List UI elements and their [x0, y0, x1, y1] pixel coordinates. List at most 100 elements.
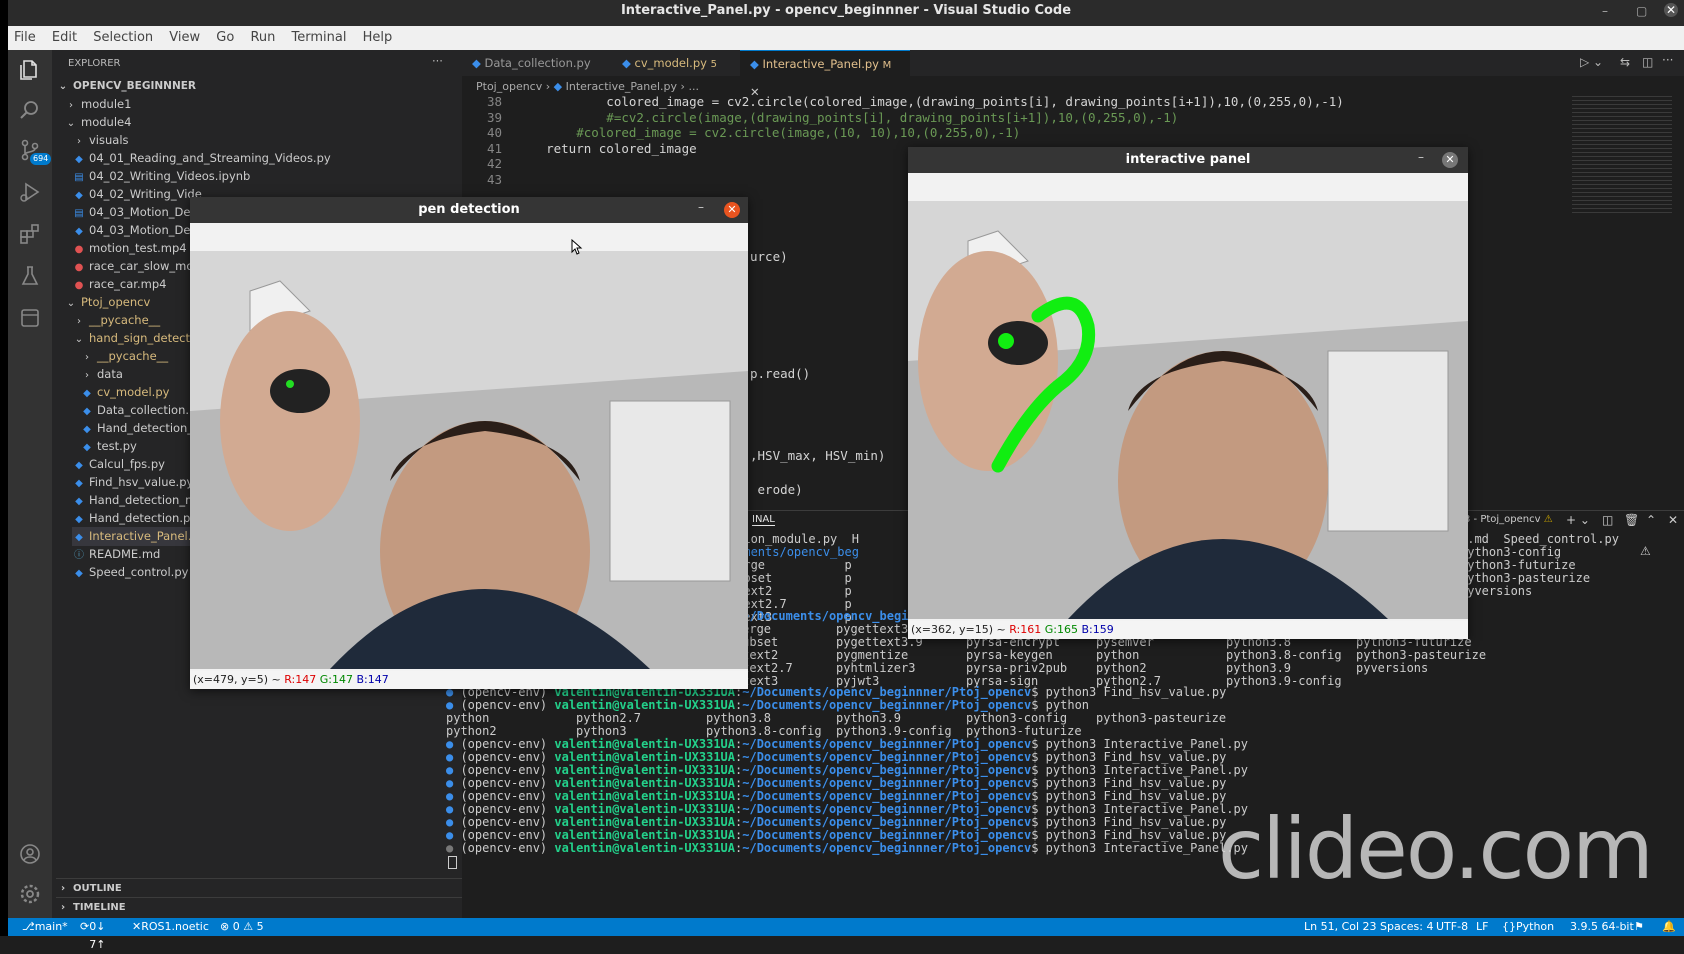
- command-decoration-icon[interactable]: ●: [446, 828, 460, 842]
- testing-icon[interactable]: [18, 264, 42, 288]
- close-icon[interactable]: ✕: [1664, 3, 1678, 17]
- maximize-panel-icon[interactable]: ⌃: [1646, 513, 1656, 527]
- pen-detection-pixel-readout: (x=479, y=5) ~ R:147 G:147 B:147: [190, 671, 748, 689]
- sync-status[interactable]: ⟳ 0↓ 7↑: [80, 918, 105, 951]
- accounts-icon[interactable]: [18, 842, 42, 866]
- file-item[interactable]: ◆ 04_01_Reading_and_Streaming_Videos.py: [72, 149, 462, 168]
- cursor-position[interactable]: Ln 51, Col 23: [1304, 918, 1377, 936]
- command-decoration-icon[interactable]: ●: [446, 815, 460, 829]
- more-actions-icon[interactable]: ···: [1662, 53, 1673, 67]
- compare-icon[interactable]: ⇆: [1620, 55, 1630, 69]
- menu-bar: File Edit Selection View Go Run Terminal…: [8, 26, 1684, 50]
- watermark-logo: clideo.com: [1218, 800, 1654, 898]
- folder-item[interactable]: ⌄ module4: [64, 113, 462, 132]
- remote-indicator[interactable]: ✕ ROS1.noetic: [132, 918, 209, 936]
- terminal-command: $ python3 Interactive_Panel.py: [1031, 802, 1248, 816]
- remote-explorer-icon[interactable]: [18, 306, 42, 330]
- split-editor-icon[interactable]: ◫: [1642, 55, 1653, 69]
- close-icon[interactable]: ✕: [1442, 152, 1458, 168]
- search-icon[interactable]: [18, 98, 42, 122]
- breadcrumb-file[interactable]: Interactive_Panel.py: [566, 80, 677, 93]
- menu-go[interactable]: Go: [216, 30, 234, 45]
- tree-item-label: race_car_slow_moti: [89, 259, 202, 273]
- terminal-tab-label[interactable]: INAL: [752, 514, 775, 526]
- close-icon[interactable]: ✕: [724, 202, 740, 218]
- menu-file[interactable]: File: [14, 30, 36, 45]
- maximize-icon[interactable]: ▢: [1636, 0, 1647, 22]
- new-terminal-icon[interactable]: + ⌄: [1566, 513, 1590, 527]
- language-mode[interactable]: {} Python: [1502, 918, 1554, 936]
- code-line[interactable]: return colored_image: [516, 141, 697, 156]
- tree-item-label: visuals: [89, 133, 129, 147]
- close-panel-icon[interactable]: ✕: [1668, 513, 1678, 527]
- menu-run[interactable]: Run: [250, 30, 275, 45]
- tree-item-label: 04_01_Reading_and_Streaming_Videos.py: [89, 151, 331, 165]
- settings-gear-icon[interactable]: [18, 882, 42, 906]
- tab-cv-model[interactable]: ◆ cv_model.py 5: [612, 50, 742, 76]
- command-decoration-icon[interactable]: ●: [446, 698, 460, 712]
- extensions-icon[interactable]: [18, 222, 42, 246]
- workspace-root[interactable]: ⌄ OPENCV_BEGINNNER: [56, 77, 196, 96]
- tree-item-label: Hand_detection_mo: [89, 493, 204, 507]
- run-file-icon[interactable]: ▷ ⌄: [1580, 55, 1603, 69]
- minimize-icon[interactable]: –: [698, 200, 704, 214]
- code-line[interactable]: #=cv2.circle(image,(drawing_points[i], d…: [516, 110, 1178, 125]
- timeline-section[interactable]: › TIMELINE: [56, 897, 462, 917]
- terminal-line: s.md Speed_control.py: [1460, 532, 1619, 546]
- minimize-icon[interactable]: –: [1418, 150, 1424, 164]
- interactive-panel-camera-feed[interactable]: [908, 201, 1468, 619]
- code-line[interactable]: colored_image = cv2.circle(colored_image…: [516, 94, 1344, 109]
- line-ending[interactable]: LF: [1476, 918, 1488, 936]
- split-terminal-icon[interactable]: ◫: [1602, 513, 1613, 527]
- breadcrumb-folder[interactable]: Ptoj_opencv: [476, 80, 542, 93]
- feedback-icon[interactable]: ⚑: [1634, 918, 1644, 936]
- command-decoration-icon[interactable]: ●: [446, 841, 460, 855]
- more-actions-icon[interactable]: ···: [432, 52, 443, 71]
- source-control-badge: 694: [30, 153, 52, 165]
- tab-label: Data_collection.py: [484, 56, 591, 70]
- python-interpreter[interactable]: 3.9.5 64-bit: [1570, 918, 1634, 936]
- tree-item-label: 04_02_Writing_Vide: [89, 187, 202, 201]
- terminal-instance-label[interactable]: 3 - Ptoj_opencv ⚠: [1464, 514, 1553, 525]
- command-decoration-icon[interactable]: ●: [446, 763, 460, 777]
- tab-data-collection[interactable]: ◆ Data_collection.py: [462, 50, 622, 76]
- terminal-cursor[interactable]: [448, 856, 457, 869]
- explorer-icon[interactable]: [18, 58, 42, 82]
- branch-indicator[interactable]: ⎇ main*: [22, 918, 68, 936]
- menu-help[interactable]: Help: [363, 30, 393, 45]
- command-decoration-icon[interactable]: ●: [446, 750, 460, 764]
- encoding[interactable]: UTF-8: [1436, 918, 1468, 936]
- code-line[interactable]: #colored_image = cv2.circle(image,(10, 1…: [516, 125, 1020, 140]
- indentation[interactable]: Spaces: 4: [1380, 918, 1433, 936]
- env-name: (opencv-env): [460, 815, 548, 829]
- breadcrumb-symbol[interactable]: ...: [688, 80, 699, 93]
- minimap[interactable]: [1572, 96, 1672, 216]
- run-debug-icon[interactable]: [18, 180, 42, 204]
- tab-interactive-panel[interactable]: ◆ Interactive_Panel.py M ✕: [740, 50, 910, 99]
- prompt-user: valentin@valentin-UX331UA: [554, 698, 736, 712]
- minimize-icon[interactable]: –: [1602, 0, 1608, 22]
- env-name: (opencv-env): [460, 763, 548, 777]
- notifications-icon[interactable]: 🔔: [1662, 918, 1676, 936]
- folder-item[interactable]: › module1: [64, 95, 462, 114]
- kill-terminal-icon[interactable]: 🗑: [1624, 513, 1639, 527]
- menu-edit[interactable]: Edit: [52, 30, 77, 45]
- chevron-down-icon: ⌄: [58, 81, 68, 92]
- command-decoration-icon[interactable]: ●: [446, 737, 460, 751]
- command-decoration-icon[interactable]: ●: [446, 789, 460, 803]
- tree-item-label: Find_hsv_value.py: [89, 475, 194, 489]
- menu-selection[interactable]: Selection: [93, 30, 153, 45]
- pen-detection-camera-feed[interactable]: [190, 251, 748, 669]
- menu-view[interactable]: View: [169, 30, 200, 45]
- folder-item[interactable]: › visuals: [72, 131, 462, 150]
- menu-terminal[interactable]: Terminal: [292, 30, 347, 45]
- outline-section[interactable]: › OUTLINE: [56, 878, 462, 898]
- problems-indicator[interactable]: ⊗ 0 ⚠ 5: [220, 918, 264, 936]
- command-decoration-icon[interactable]: ●: [446, 776, 460, 790]
- prompt-path: ~/Documents/opencv_beginnner/Ptoj_opencv: [742, 698, 1032, 712]
- command-decoration-icon[interactable]: ●: [446, 802, 460, 816]
- file-item[interactable]: ▤ 04_02_Writing_Videos.ipynb: [72, 167, 462, 186]
- prompt-user: valentin@valentin-UX331UA: [554, 841, 736, 855]
- terminal-cell: pyrsa-priv2pub: [966, 661, 1068, 675]
- line-number: 43: [486, 171, 502, 187]
